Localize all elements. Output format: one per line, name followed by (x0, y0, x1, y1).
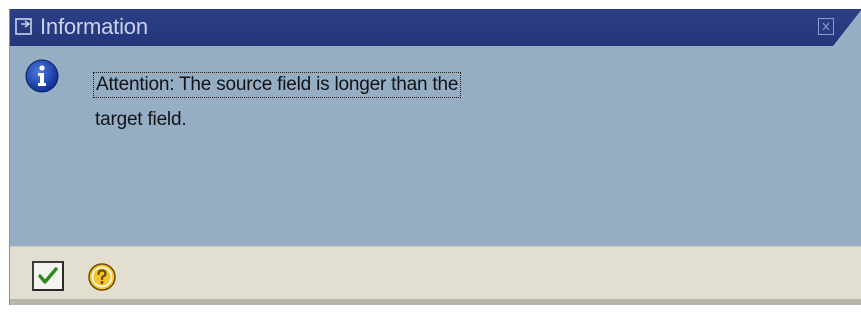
message-line-2: target field. (95, 109, 187, 130)
footer-edge (10, 299, 861, 305)
checkmark-icon (38, 267, 58, 284)
help-icon (88, 263, 116, 291)
message-area: Attention: The source field is longer th… (10, 46, 861, 245)
close-button[interactable] (818, 18, 834, 35)
button-bar (10, 246, 861, 305)
message-line-1: Attention: The source field is longer th… (93, 72, 462, 98)
information-dialog: Information Attention: The source field … (9, 9, 861, 305)
title-bar: Information (10, 9, 861, 46)
message-text: Attention: The source field is longer th… (93, 72, 653, 132)
dialog-title: Information (40, 14, 148, 39)
info-icon (24, 58, 60, 94)
close-icon (822, 22, 830, 31)
ok-button[interactable] (32, 261, 64, 291)
help-button[interactable] (86, 261, 118, 291)
popup-window-icon (15, 18, 35, 36)
